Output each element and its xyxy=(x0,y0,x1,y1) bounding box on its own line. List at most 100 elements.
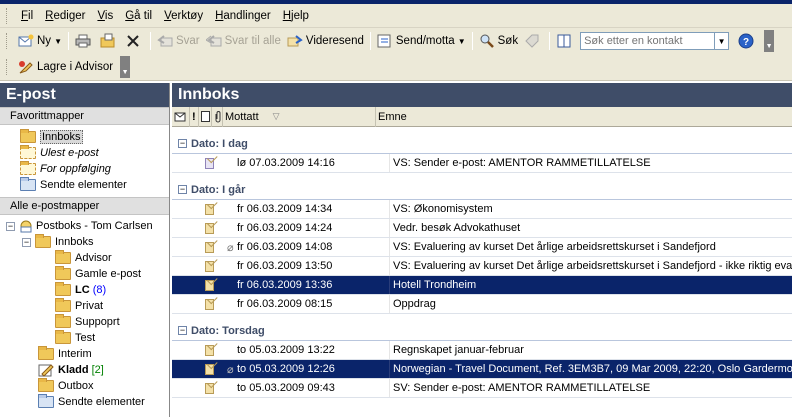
message-row[interactable]: to 05.03.2009 09:43 SV: Sender e-post: A… xyxy=(172,379,792,398)
reply-button-label: Svar xyxy=(175,35,200,47)
message-subject: SV: Sender e-post: AMENTOR RAMMETILLATEL… xyxy=(393,382,651,394)
read-mail-icon xyxy=(205,260,214,272)
send-receive-dropdown-icon[interactable]: ▼ xyxy=(458,37,466,46)
message-received: fr 06.03.2009 13:36 xyxy=(237,279,333,291)
message-icon-cell xyxy=(172,298,214,310)
folder-title: Innboks xyxy=(172,83,792,107)
group-header-yesterday[interactable]: − Dato: I går xyxy=(172,180,792,200)
message-row[interactable]: fr 06.03.2009 13:50 VS: Evaluering av ku… xyxy=(172,257,792,276)
message-icon-cell xyxy=(172,363,214,375)
group-header-today[interactable]: − Dato: I dag xyxy=(172,134,792,154)
menu-view-label: is xyxy=(104,9,114,22)
message-row[interactable]: to 05.03.2009 13:22 Regnskapet januar-fe… xyxy=(172,341,792,360)
favorite-folder-inbox[interactable]: Innboks xyxy=(0,129,169,145)
message-row-selected[interactable]: ⌀ to 05.03.2009 12:26 Norwegian - Travel… xyxy=(172,360,792,379)
menu-go-accel: G xyxy=(125,9,135,22)
save-in-advisor-button[interactable]: Lagre i Advisor xyxy=(15,56,116,78)
print-button[interactable] xyxy=(72,30,97,52)
toolbar-options-icon[interactable]: ▼ xyxy=(764,30,775,52)
menu-actions[interactable]: Handlinger xyxy=(209,8,277,24)
toolbar-grip[interactable] xyxy=(6,33,9,49)
navigation-pane: E-post Favorittmapper Innboks Ulest e-po… xyxy=(0,83,170,417)
menu-view[interactable]: Vis xyxy=(91,8,119,24)
message-received: fr 06.03.2009 08:15 xyxy=(237,298,333,310)
send-receive-button[interactable]: Send/motta ▼ xyxy=(374,30,469,52)
collapse-icon[interactable]: − xyxy=(178,139,187,148)
message-row[interactable]: fr 06.03.2009 14:34 VS: Økonomisystem xyxy=(172,200,792,219)
forward-button[interactable]: Videresend xyxy=(284,30,367,52)
message-icon-cell xyxy=(172,382,214,394)
tree-item-advisor[interactable]: Advisor xyxy=(0,250,169,266)
message-row[interactable]: fr 06.03.2009 08:15 Oppdrag xyxy=(172,295,792,314)
tree-item-inbox[interactable]: − Innboks xyxy=(0,234,169,250)
tree-item-old-mail[interactable]: Gamle e-post xyxy=(0,266,169,282)
menu-help[interactable]: Hjelp xyxy=(277,8,315,24)
message-row[interactable]: ⌀ fr 06.03.2009 14:08 VS: Evaluering av … xyxy=(172,238,792,257)
send-receive-icon xyxy=(377,33,393,49)
read-mail-icon xyxy=(205,203,214,215)
advisor-toolbar-options-icon[interactable]: ▼ xyxy=(120,56,131,78)
tree-item-mailbox[interactable]: − Postboks - Tom Carlsen xyxy=(0,218,169,234)
message-row[interactable]: fr 06.03.2009 14:24 Vedr. besøk Advokath… xyxy=(172,219,792,238)
group-header-thursday[interactable]: − Dato: Torsdag xyxy=(172,321,792,341)
categorize-button[interactable] xyxy=(521,30,546,52)
collapse-icon[interactable]: − xyxy=(6,221,15,231)
mailbox-icon xyxy=(19,219,33,233)
favorites-header[interactable]: Favorittmapper xyxy=(0,107,169,125)
message-subject: VS: Evaluering av kurset Det årlige arbe… xyxy=(393,241,716,253)
favorite-folder-followup[interactable]: For oppfølging xyxy=(0,161,169,177)
contact-search-dropdown-icon[interactable]: ▼ xyxy=(715,32,730,50)
address-book-button[interactable] xyxy=(553,30,578,52)
menu-tools[interactable]: Verktøy xyxy=(158,8,209,24)
tree-item-label: Advisor xyxy=(75,252,112,264)
reply-all-button[interactable]: Svar til alle xyxy=(203,30,284,52)
menu-go[interactable]: Gå til xyxy=(119,8,158,24)
advisor-toolbar-grip[interactable] xyxy=(6,59,9,75)
help-button[interactable]: ? xyxy=(735,30,760,52)
favorite-folder-sent[interactable]: Sendte elementer xyxy=(0,177,169,193)
find-button[interactable]: Søk xyxy=(476,30,521,52)
col-subject[interactable]: Emne xyxy=(376,107,786,127)
tree-item-private[interactable]: Privat xyxy=(0,298,169,314)
column-header-row: ! Mottatt ▽ Emne xyxy=(172,106,792,127)
favorite-folder-unread[interactable]: Ulest e-post xyxy=(0,145,169,161)
read-mail-icon xyxy=(205,363,214,375)
tree-item-sent[interactable]: Sendte elementer xyxy=(0,394,169,410)
tree-item-interim[interactable]: Interim xyxy=(0,346,169,362)
message-icon-cell xyxy=(172,222,214,234)
tree-item-outbox[interactable]: Outbox xyxy=(0,378,169,394)
tree-item-test[interactable]: Test xyxy=(0,330,169,346)
message-received: fr 06.03.2009 14:34 xyxy=(237,203,333,215)
column-divider xyxy=(389,257,390,275)
all-folders-header[interactable]: Alle e-postmapper xyxy=(0,197,169,215)
message-row[interactable]: lø 07.03.2009 14:16 VS: Sender e-post: A… xyxy=(172,154,792,173)
col-priority-icon[interactable]: ! xyxy=(190,106,199,127)
col-importance-icon[interactable] xyxy=(172,106,190,127)
read-mail-icon xyxy=(205,222,214,234)
tree-item-support[interactable]: Suppoprt xyxy=(0,314,169,330)
collapse-icon[interactable]: − xyxy=(22,237,31,247)
menu-file[interactable]: Fil xyxy=(15,8,39,24)
standard-toolbar: Ny ▼ Svar Svar til alle Videresend Send/… xyxy=(0,28,792,54)
contact-search-input[interactable] xyxy=(580,32,716,50)
col-received[interactable]: Mottatt ▽ xyxy=(223,106,376,127)
collapse-icon[interactable]: − xyxy=(178,326,187,335)
new-button[interactable]: Ny ▼ xyxy=(15,30,65,52)
advisor-toolbar: Lagre i Advisor ▼ xyxy=(0,54,792,81)
reply-all-icon xyxy=(204,33,222,49)
tree-item-lc[interactable]: LC (8) xyxy=(0,282,169,298)
message-row-selected[interactable]: fr 06.03.2009 13:36 Hotell Trondheim xyxy=(172,276,792,295)
move-to-folder-button[interactable] xyxy=(97,30,122,52)
menu-edit[interactable]: Rediger xyxy=(39,8,91,24)
new-dropdown-icon[interactable]: ▼ xyxy=(54,37,62,46)
tree-item-drafts[interactable]: Kladd [2] xyxy=(0,362,169,378)
collapse-icon[interactable]: − xyxy=(178,185,187,194)
col-item-type-icon[interactable] xyxy=(199,106,212,127)
reply-button[interactable]: Svar xyxy=(154,30,203,52)
menubar-grip[interactable] xyxy=(6,7,9,24)
message-subject: VS: Økonomisystem xyxy=(393,203,493,215)
delete-button[interactable] xyxy=(122,30,147,52)
toolbar-separator xyxy=(67,32,69,50)
message-received: to 05.03.2009 09:43 xyxy=(237,382,335,394)
col-attachment-icon[interactable] xyxy=(212,106,223,127)
